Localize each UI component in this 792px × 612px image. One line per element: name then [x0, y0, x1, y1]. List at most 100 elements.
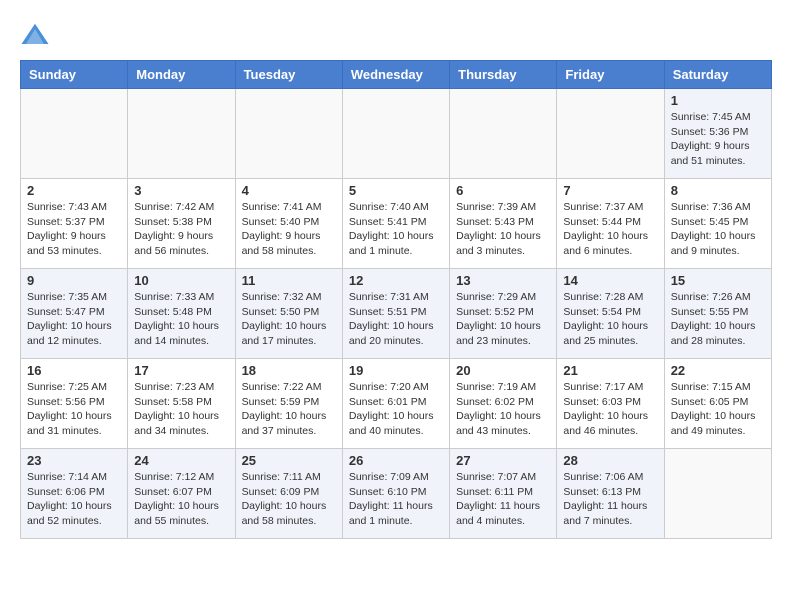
day-info: Sunrise: 7:23 AM Sunset: 5:58 PM Dayligh…	[134, 380, 228, 439]
day-number: 16	[27, 363, 121, 378]
calendar-cell: 28Sunrise: 7:06 AM Sunset: 6:13 PM Dayli…	[557, 449, 664, 539]
calendar-cell: 6 Sunrise: 7:39 AM Sunset: 5:43 PM Daylig…	[450, 179, 557, 269]
calendar-week-4: 16 Sunrise: 7:25 AM Sunset: 5:56 PM Dayli…	[21, 359, 772, 449]
calendar-cell: 14Sunrise: 7:28 AM Sunset: 5:54 PM Dayli…	[557, 269, 664, 359]
calendar-cell: 10 Sunrise: 7:33 AM Sunset: 5:48 PM Dayli…	[128, 269, 235, 359]
day-info: Sunrise: 7:39 AM Sunset: 5:43 PM Dayligh…	[456, 200, 550, 259]
calendar-cell: 23 Sunrise: 7:14 AM Sunset: 6:06 PM Dayli…	[21, 449, 128, 539]
calendar-cell: 3 Sunrise: 7:42 AM Sunset: 5:38 PM Daylig…	[128, 179, 235, 269]
calendar-cell: 27 Sunrise: 7:07 AM Sunset: 6:11 PM Dayli…	[450, 449, 557, 539]
calendar-cell: 1 Sunrise: 7:45 AM Sunset: 5:36 PM Daylig…	[664, 89, 771, 179]
weekday-header-saturday: Saturday	[664, 61, 771, 89]
day-info: Sunrise: 7:33 AM Sunset: 5:48 PM Dayligh…	[134, 290, 228, 349]
weekday-header-monday: Monday	[128, 61, 235, 89]
day-number: 6	[456, 183, 550, 198]
day-number: 22	[671, 363, 765, 378]
calendar-cell: 24 Sunrise: 7:12 AM Sunset: 6:07 PM Dayli…	[128, 449, 235, 539]
day-info: Sunrise: 7:40 AM Sunset: 5:41 PM Dayligh…	[349, 200, 443, 259]
calendar-cell: 5 Sunrise: 7:40 AM Sunset: 5:41 PM Daylig…	[342, 179, 449, 269]
day-number: 25	[242, 453, 336, 468]
day-info: Sunrise: 7:09 AM Sunset: 6:10 PM Dayligh…	[349, 470, 443, 529]
day-info: Sunrise: 7:20 AM Sunset: 6:01 PM Dayligh…	[349, 380, 443, 439]
calendar-cell	[557, 89, 664, 179]
calendar-cell: 20 Sunrise: 7:19 AM Sunset: 6:02 PM Dayli…	[450, 359, 557, 449]
day-number: 12	[349, 273, 443, 288]
calendar-cell: 26 Sunrise: 7:09 AM Sunset: 6:10 PM Dayli…	[342, 449, 449, 539]
calendar-week-2: 2Sunrise: 7:43 AM Sunset: 5:37 PM Daylig…	[21, 179, 772, 269]
calendar-cell	[21, 89, 128, 179]
calendar-cell: 17 Sunrise: 7:23 AM Sunset: 5:58 PM Dayli…	[128, 359, 235, 449]
calendar-cell: 12 Sunrise: 7:31 AM Sunset: 5:51 PM Dayli…	[342, 269, 449, 359]
day-number: 1	[671, 93, 765, 108]
day-info: Sunrise: 7:11 AM Sunset: 6:09 PM Dayligh…	[242, 470, 336, 529]
day-number: 27	[456, 453, 550, 468]
day-info: Sunrise: 7:12 AM Sunset: 6:07 PM Dayligh…	[134, 470, 228, 529]
calendar-cell: 4 Sunrise: 7:41 AM Sunset: 5:40 PM Daylig…	[235, 179, 342, 269]
day-info: Sunrise: 7:19 AM Sunset: 6:02 PM Dayligh…	[456, 380, 550, 439]
calendar-table: SundayMondayTuesdayWednesdayThursdayFrid…	[20, 60, 772, 539]
day-number: 17	[134, 363, 228, 378]
day-info: Sunrise: 7:42 AM Sunset: 5:38 PM Dayligh…	[134, 200, 228, 259]
day-number: 5	[349, 183, 443, 198]
day-info: Sunrise: 7:45 AM Sunset: 5:36 PM Dayligh…	[671, 110, 765, 169]
calendar-week-1: 1 Sunrise: 7:45 AM Sunset: 5:36 PM Daylig…	[21, 89, 772, 179]
weekday-header-thursday: Thursday	[450, 61, 557, 89]
calendar-cell: 19 Sunrise: 7:20 AM Sunset: 6:01 PM Dayli…	[342, 359, 449, 449]
logo	[20, 20, 54, 50]
day-info: Sunrise: 7:32 AM Sunset: 5:50 PM Dayligh…	[242, 290, 336, 349]
weekday-header-friday: Friday	[557, 61, 664, 89]
day-number: 4	[242, 183, 336, 198]
weekday-header-tuesday: Tuesday	[235, 61, 342, 89]
calendar-cell: 7 Sunrise: 7:37 AM Sunset: 5:44 PM Daylig…	[557, 179, 664, 269]
calendar-cell: 18 Sunrise: 7:22 AM Sunset: 5:59 PM Dayli…	[235, 359, 342, 449]
day-number: 9	[27, 273, 121, 288]
day-number: 7	[563, 183, 657, 198]
calendar-week-5: 23 Sunrise: 7:14 AM Sunset: 6:06 PM Dayli…	[21, 449, 772, 539]
day-info: Sunrise: 7:31 AM Sunset: 5:51 PM Dayligh…	[349, 290, 443, 349]
calendar-week-3: 9 Sunrise: 7:35 AM Sunset: 5:47 PM Daylig…	[21, 269, 772, 359]
day-info: Sunrise: 7:25 AM Sunset: 5:56 PM Dayligh…	[27, 380, 121, 439]
day-info: Sunrise: 7:37 AM Sunset: 5:44 PM Dayligh…	[563, 200, 657, 259]
weekday-header-wednesday: Wednesday	[342, 61, 449, 89]
calendar-cell: 8 Sunrise: 7:36 AM Sunset: 5:45 PM Daylig…	[664, 179, 771, 269]
day-number: 18	[242, 363, 336, 378]
day-number: 3	[134, 183, 228, 198]
day-number: 26	[349, 453, 443, 468]
calendar-cell	[450, 89, 557, 179]
day-number: 21	[563, 363, 657, 378]
day-number: 10	[134, 273, 228, 288]
calendar-cell: 22 Sunrise: 7:15 AM Sunset: 6:05 PM Dayli…	[664, 359, 771, 449]
day-number: 11	[242, 273, 336, 288]
calendar-cell	[128, 89, 235, 179]
day-number: 23	[27, 453, 121, 468]
day-info: Sunrise: 7:22 AM Sunset: 5:59 PM Dayligh…	[242, 380, 336, 439]
day-info: Sunrise: 7:06 AM Sunset: 6:13 PM Dayligh…	[563, 470, 657, 529]
day-number: 14	[563, 273, 657, 288]
day-number: 15	[671, 273, 765, 288]
day-info: Sunrise: 7:07 AM Sunset: 6:11 PM Dayligh…	[456, 470, 550, 529]
day-info: Sunrise: 7:26 AM Sunset: 5:55 PM Dayligh…	[671, 290, 765, 349]
day-number: 24	[134, 453, 228, 468]
day-number: 20	[456, 363, 550, 378]
calendar-cell: 25 Sunrise: 7:11 AM Sunset: 6:09 PM Dayli…	[235, 449, 342, 539]
calendar-cell: 11 Sunrise: 7:32 AM Sunset: 5:50 PM Dayli…	[235, 269, 342, 359]
day-number: 8	[671, 183, 765, 198]
day-info: Sunrise: 7:17 AM Sunset: 6:03 PM Dayligh…	[563, 380, 657, 439]
calendar-cell	[235, 89, 342, 179]
calendar-cell: 9 Sunrise: 7:35 AM Sunset: 5:47 PM Daylig…	[21, 269, 128, 359]
day-info: Sunrise: 7:36 AM Sunset: 5:45 PM Dayligh…	[671, 200, 765, 259]
calendar-header-row: SundayMondayTuesdayWednesdayThursdayFrid…	[21, 61, 772, 89]
day-number: 19	[349, 363, 443, 378]
calendar-cell: 13Sunrise: 7:29 AM Sunset: 5:52 PM Dayli…	[450, 269, 557, 359]
day-info: Sunrise: 7:43 AM Sunset: 5:37 PM Dayligh…	[27, 200, 121, 259]
calendar-cell: 16 Sunrise: 7:25 AM Sunset: 5:56 PM Dayli…	[21, 359, 128, 449]
weekday-header-sunday: Sunday	[21, 61, 128, 89]
calendar-cell	[664, 449, 771, 539]
day-info: Sunrise: 7:29 AM Sunset: 5:52 PM Dayligh…	[456, 290, 550, 349]
calendar-cell: 15 Sunrise: 7:26 AM Sunset: 5:55 PM Dayli…	[664, 269, 771, 359]
day-info: Sunrise: 7:15 AM Sunset: 6:05 PM Dayligh…	[671, 380, 765, 439]
calendar-cell: 21 Sunrise: 7:17 AM Sunset: 6:03 PM Dayli…	[557, 359, 664, 449]
day-info: Sunrise: 7:35 AM Sunset: 5:47 PM Dayligh…	[27, 290, 121, 349]
day-info: Sunrise: 7:41 AM Sunset: 5:40 PM Dayligh…	[242, 200, 336, 259]
day-info: Sunrise: 7:14 AM Sunset: 6:06 PM Dayligh…	[27, 470, 121, 529]
